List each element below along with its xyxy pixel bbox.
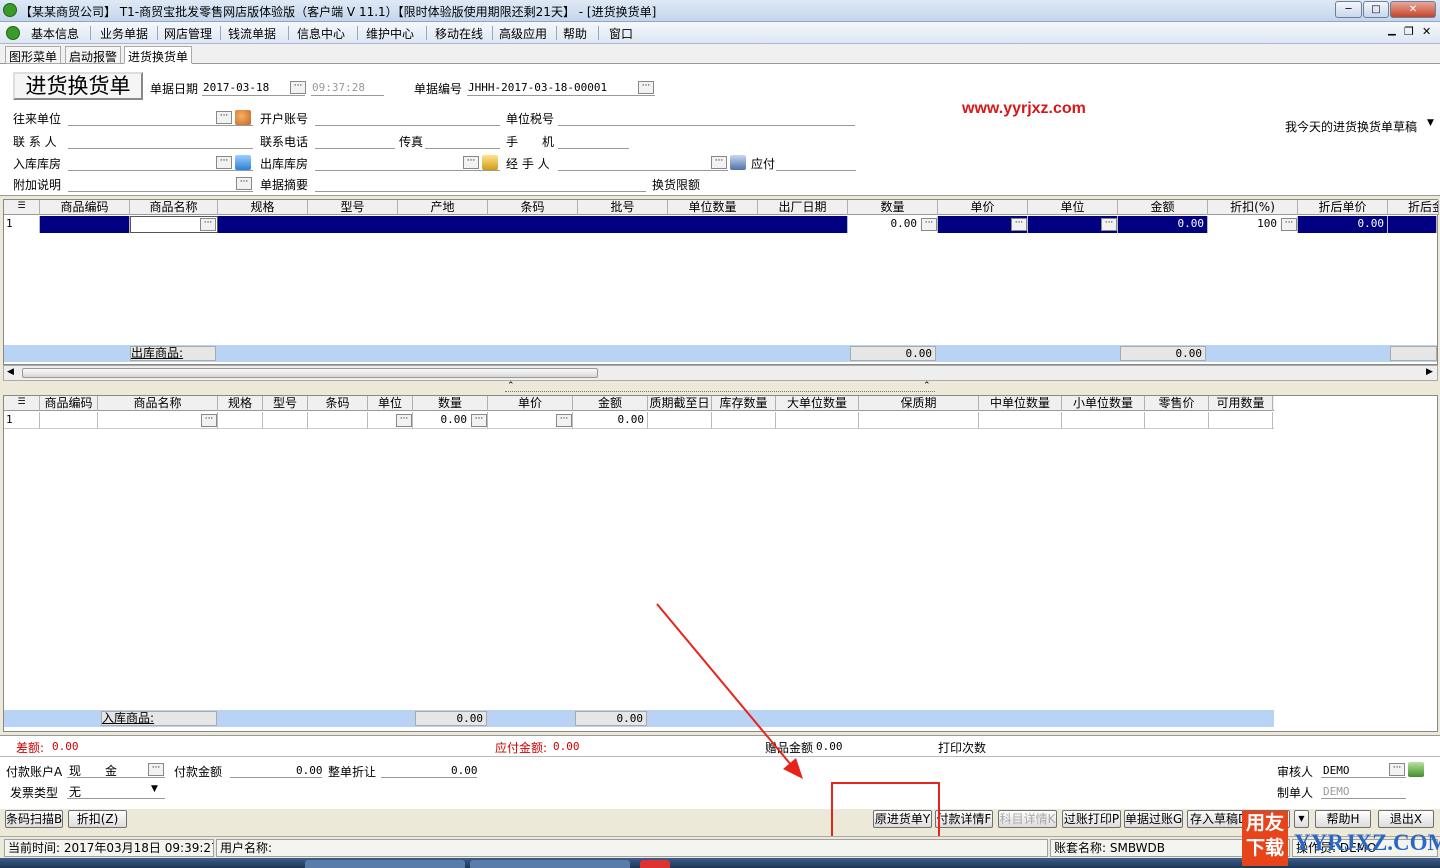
watermark-logo-line2: 下载 <box>1245 837 1284 859</box>
annotation-arrow <box>656 603 798 773</box>
watermark-logo: 用友 下载 <box>1242 811 1288 866</box>
annotation-overlay <box>656 603 940 839</box>
taskbar-item[interactable] <box>470 860 630 868</box>
status-current-time: 当前时间: 2017年03月18日 09:39:27 <box>4 839 214 857</box>
watermark-site-text: YYRJXZ.COM <box>1294 830 1440 855</box>
status-user-name: 用户名称: <box>216 839 1048 857</box>
annotation-box <box>831 782 940 839</box>
taskbar-item[interactable] <box>640 860 670 868</box>
os-taskbar <box>0 858 1440 868</box>
watermark-logo-line1: 用友 <box>1245 812 1284 834</box>
arrow-head-icon <box>783 758 803 779</box>
status-bar: 当前时间: 2017年03月18日 09:39:27 用户名称: 账套名称: S… <box>0 836 1440 858</box>
taskbar-item[interactable] <box>305 860 465 868</box>
